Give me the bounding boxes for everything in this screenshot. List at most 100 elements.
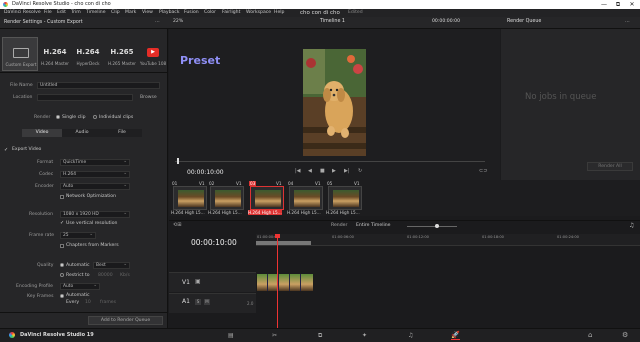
preset-youtube[interactable]: ▶ YouTube 108 [138,37,168,71]
single-clip-radio[interactable] [56,115,60,119]
menu-trim[interactable]: Trim [71,9,81,17]
file-name-input[interactable]: Untitled [37,82,160,89]
render-queue-more-button[interactable]: ··· [625,19,630,25]
deliver-page-icon[interactable]: 🚀 [451,331,460,340]
timeline-timecode: 00:00:10:00 [191,238,237,247]
quality-automatic-radio[interactable] [60,263,64,267]
clip-thumbnail[interactable]: 04 V1 H.264 High L5... [287,181,327,215]
close-button[interactable]: ✕ [625,0,639,9]
preset-h265-master[interactable]: H.265 H.265 Master [104,37,140,71]
home-icon[interactable]: ⌂ [588,331,592,339]
clip-label: H.264 High L5... [248,210,282,215]
maximize-button[interactable]: ⧉ [611,0,625,9]
v1-clips[interactable] [257,274,313,291]
add-to-render-queue-button[interactable]: Add to Render Queue [88,316,163,325]
timeline-selector[interactable]: Timeline 1 [320,19,345,24]
fusion-page-icon[interactable]: ✦ [362,332,367,339]
preset-hyperdeck[interactable]: H.264 HyperDeck [70,37,106,71]
restrict-to-radio[interactable] [60,273,64,277]
track-film-icon[interactable]: ▣ [195,278,201,285]
audio-icon[interactable]: ♫ [629,222,634,229]
timeline-clip[interactable] [279,274,290,291]
go-to-end-button[interactable]: ▶| [344,168,350,174]
render-range-select[interactable]: Entire Timeline [356,223,391,228]
timeline-ruler[interactable]: 01:00:00:00 01:00:06:00 01:00:12:00 01:0… [256,234,640,246]
chapters-checkbox[interactable] [60,244,64,248]
timeline-clip[interactable] [257,274,268,291]
menu-clip[interactable]: Clip [111,9,120,17]
fairlight-page-icon[interactable]: ♫ [408,332,413,339]
gear-icon[interactable]: ⚙ [622,331,628,339]
browse-button[interactable]: Browse [140,95,157,100]
stop-button[interactable]: ■ [320,168,325,174]
menu-edit[interactable]: Edit [57,9,66,17]
resolution-select[interactable]: 1080 x 1920 HD [60,211,130,218]
viewer-toolbar: Render Settings - Custom Export ··· 22% … [0,17,640,34]
solo-button[interactable]: S [195,299,201,305]
format-label: Format [37,160,54,165]
viewer-frame[interactable] [303,49,366,156]
render-settings-more-button[interactable]: ··· [155,19,160,25]
preset-custom-export[interactable]: Custom Export [2,37,38,71]
vertical-resolution-checkbox[interactable]: ✓ [60,220,64,226]
media-page-icon[interactable]: ▤ [228,332,234,339]
scrubber-playhead[interactable] [177,158,179,164]
mute-button[interactable]: M [204,299,210,305]
zoom-level[interactable]: 22% [173,19,183,24]
timeline-playhead[interactable] [277,234,278,328]
resolution-label: Resolution [29,212,54,217]
quality-select[interactable]: Best [93,262,130,269]
clip-image [215,190,241,207]
codec-select[interactable]: H.264 [60,171,130,178]
go-to-start-button[interactable]: |◀ [295,168,301,174]
single-clip-label: Single clip [62,115,86,120]
clip-thumbnail[interactable]: 02 V1 H.264 High L5... [208,181,248,215]
scrubber-track[interactable] [175,161,485,162]
play-reverse-button[interactable]: ◀ [308,168,312,174]
menu-color[interactable]: Color [204,9,216,17]
individual-clips-radio[interactable] [93,115,97,119]
frame-rate-select[interactable]: 25 [60,232,96,239]
render-range-bar[interactable] [256,241,311,245]
play-button[interactable]: ▶ [332,168,336,174]
zoom-slider-handle[interactable] [435,224,439,228]
export-video-checkbox[interactable]: ✓ [4,147,8,153]
menu-davinci-resolve[interactable]: DaVinci Resolve [4,9,41,17]
clip-thumbnail-selected[interactable]: 03 V1 H.264 High L5... [248,181,288,215]
menu-mark[interactable]: Mark [125,9,136,17]
encoder-select[interactable]: Auto [60,183,130,190]
preset-h264-master[interactable]: H.264 H.264 Master [37,37,73,71]
timeline-tools-icon[interactable]: ⟲⊞ [173,222,181,228]
playhead-handle[interactable] [275,234,280,238]
menu-file[interactable]: File [44,9,52,17]
timeline-clip[interactable] [301,274,313,291]
tab-audio[interactable]: Audio [62,129,102,137]
menu-fusion[interactable]: Fusion [184,9,199,17]
menu-timeline[interactable]: Timeline [86,9,106,17]
tab-video[interactable]: Video [22,129,62,137]
encoding-profile-select[interactable]: Auto [60,283,100,290]
render-all-button[interactable]: Render All [587,162,633,171]
tab-file[interactable]: File [102,129,142,137]
menu-workspace[interactable]: Workspace [246,9,271,17]
menu-playback[interactable]: Playback [159,9,180,17]
timeline-clip[interactable] [290,274,301,291]
cut-page-icon[interactable]: ✂ [272,332,277,339]
edit-page-icon[interactable]: ⧉ [318,332,322,340]
clip-thumbnail[interactable]: 05 V1 H.264 High L5... [326,181,366,215]
preset-label: H.265 Master [107,61,137,66]
zoom-slider[interactable] [407,226,457,227]
loop-button[interactable]: ↻ [358,168,362,174]
network-optimization-checkbox[interactable] [60,195,64,199]
menu-view[interactable]: View [142,9,153,17]
format-select[interactable]: QuickTime [60,159,130,166]
restrict-value[interactable]: 80000 [98,273,113,278]
volume-icon[interactable]: ⊂⊃ [479,168,487,174]
keyframes-count[interactable]: 10 [85,300,91,305]
keyframes-automatic-radio[interactable] [60,294,64,298]
menu-help[interactable]: Help [274,9,284,17]
clip-thumbnail[interactable]: 01 V1 H.264 High L5... [171,181,211,215]
minimize-button[interactable]: — [597,0,611,9]
location-input[interactable] [37,94,133,101]
menu-fairlight[interactable]: Fairlight [222,9,240,17]
